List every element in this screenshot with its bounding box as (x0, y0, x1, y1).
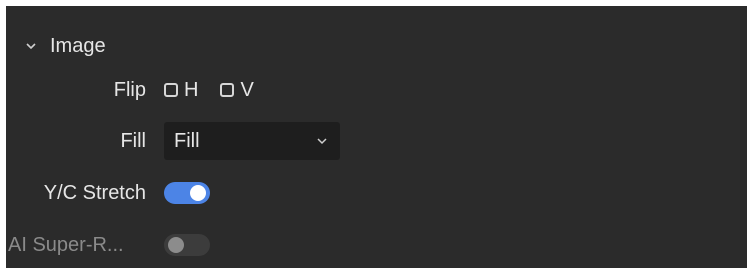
flip-v-checkbox[interactable]: V (220, 78, 254, 102)
toggle-knob (168, 237, 184, 253)
image-settings-panel: Image Flip H V Fill Fill Y/C Stretch AI … (6, 6, 747, 268)
chevron-down-icon (22, 37, 40, 55)
ai-super-res-controls (164, 234, 210, 256)
fill-label: Fill (120, 129, 146, 152)
ai-super-res-toggle[interactable] (164, 234, 210, 256)
flip-controls: H V (164, 79, 276, 102)
ai-super-res-row: AI Super-R... (6, 227, 747, 263)
fill-controls: Fill (164, 122, 340, 160)
chevron-down-icon (316, 130, 328, 153)
fill-select[interactable]: Fill (164, 122, 340, 160)
flip-row: Flip H V (6, 72, 747, 108)
flip-label: Flip (113, 78, 146, 101)
yc-stretch-toggle[interactable] (164, 182, 210, 204)
yc-stretch-label: Y/C Stretch (43, 181, 146, 204)
checkbox-box (164, 83, 178, 97)
flip-h-label: H (184, 78, 199, 101)
yc-stretch-controls (164, 182, 210, 204)
fill-select-value: Fill (174, 129, 200, 152)
checkbox-box (220, 83, 235, 97)
yc-stretch-row: Y/C Stretch (6, 175, 747, 211)
flip-v-label: V (240, 78, 254, 101)
fill-row: Fill Fill (6, 122, 747, 160)
ai-super-res-label: AI Super-R... (8, 233, 124, 256)
image-section-header[interactable]: Image (22, 32, 106, 60)
flip-h-checkbox[interactable]: H (164, 79, 198, 102)
toggle-knob (190, 185, 206, 201)
section-title: Image (50, 34, 106, 57)
